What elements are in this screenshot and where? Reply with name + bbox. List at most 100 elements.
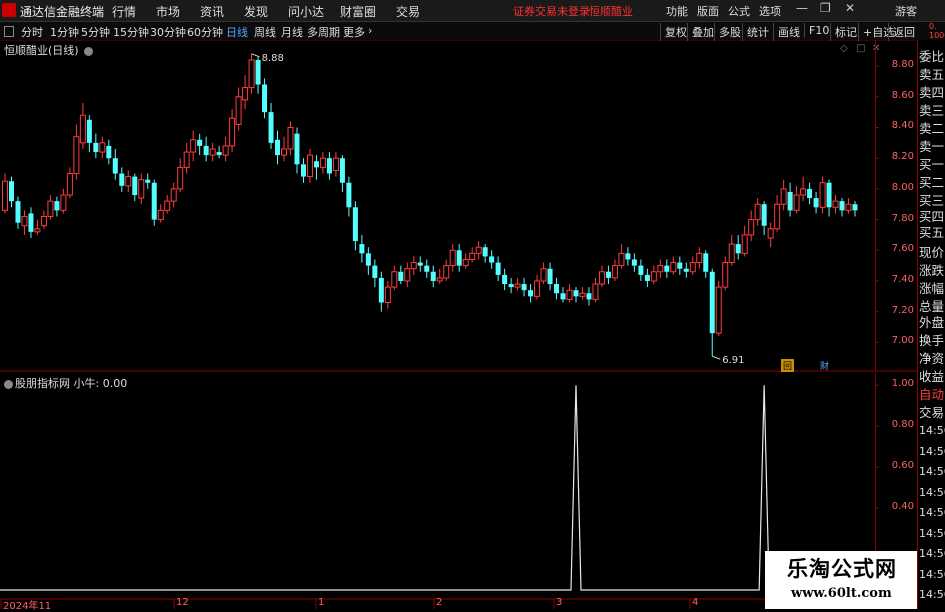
candle xyxy=(332,152,339,177)
candle xyxy=(248,53,255,94)
candle xyxy=(832,195,839,214)
candle-body xyxy=(677,262,683,269)
low-price-label: 6.91 xyxy=(722,355,744,366)
candle-body xyxy=(566,289,573,300)
candle-body xyxy=(332,157,339,171)
candle-body xyxy=(40,216,47,227)
candle-body xyxy=(819,182,826,208)
candle xyxy=(313,155,319,180)
candle xyxy=(404,262,411,288)
candle xyxy=(677,256,683,275)
candle xyxy=(262,78,268,119)
candle xyxy=(430,265,436,288)
candle xyxy=(534,274,541,300)
candle xyxy=(54,196,60,217)
candle-body xyxy=(540,268,547,282)
candle-body xyxy=(229,117,236,147)
candle-body xyxy=(495,262,501,275)
candle xyxy=(560,287,566,303)
candle xyxy=(754,198,761,226)
candle xyxy=(469,247,476,263)
candle xyxy=(586,287,592,306)
candle xyxy=(300,158,306,183)
price-tick-label: 8.80 xyxy=(891,59,914,71)
high-price-label: 8.88 xyxy=(262,53,284,64)
candle xyxy=(735,234,741,260)
candle-body xyxy=(592,283,599,300)
indicator-series-line xyxy=(0,385,875,591)
annotation-pointer xyxy=(251,53,260,58)
indicator-options-icon[interactable] xyxy=(4,379,13,389)
candle xyxy=(611,259,618,281)
candle-body xyxy=(287,126,294,150)
candle-body xyxy=(346,182,352,208)
candle xyxy=(151,179,157,226)
candle xyxy=(229,109,236,153)
candle-body xyxy=(268,112,274,143)
auto-trade-label[interactable]: 自动 xyxy=(919,384,944,403)
candle-body xyxy=(618,252,625,267)
candle xyxy=(774,195,781,232)
candle-body xyxy=(417,262,423,266)
candle xyxy=(761,201,767,235)
candle xyxy=(209,142,216,162)
finance-badge[interactable]: 财 xyxy=(820,359,829,372)
candle xyxy=(715,280,722,337)
indicator-tick-label: 0.60 xyxy=(891,460,914,472)
candle-body xyxy=(852,204,858,211)
candle xyxy=(2,173,8,214)
candle-body xyxy=(372,265,378,278)
trade-label[interactable]: 交易 xyxy=(919,402,944,421)
price-tick-label: 8.40 xyxy=(891,120,914,132)
candle xyxy=(495,256,501,281)
candle xyxy=(170,182,177,208)
candle xyxy=(365,247,371,275)
candle-body xyxy=(222,145,229,156)
candle-body xyxy=(787,191,793,211)
candle-body xyxy=(449,249,456,267)
candle-body xyxy=(683,268,689,272)
candle xyxy=(242,75,249,110)
candle-body xyxy=(735,244,741,254)
candle xyxy=(410,256,417,275)
price-chart[interactable]: 8.88 6.91 xyxy=(0,0,917,609)
indicator-tick-label: 0.40 xyxy=(891,501,914,513)
candle xyxy=(592,277,599,303)
review-badge[interactable]: 回 xyxy=(781,359,795,372)
candle-body xyxy=(378,277,384,303)
candle-body xyxy=(404,268,411,282)
watermark-url: www.60lt.com xyxy=(791,586,892,601)
candle xyxy=(132,173,138,202)
candle xyxy=(689,256,696,275)
candle-body xyxy=(177,166,184,190)
candle xyxy=(489,250,495,269)
candle xyxy=(398,265,404,285)
candle-body xyxy=(748,219,755,236)
candle-body xyxy=(248,59,255,89)
date-tick-label: 4 xyxy=(692,597,699,608)
candle xyxy=(281,136,288,162)
candle-body xyxy=(190,139,197,153)
trade-time: 14:56 xyxy=(919,588,945,601)
trade-time: 14:56 xyxy=(919,526,945,540)
side-top-small-2: 1000 xyxy=(929,31,945,40)
candle-body xyxy=(145,179,151,183)
candle xyxy=(99,136,106,159)
candle-body xyxy=(611,265,618,279)
quote-label: 委比 xyxy=(919,49,945,64)
candle xyxy=(339,155,345,192)
candle xyxy=(138,173,145,205)
candle-body xyxy=(547,268,553,285)
candle-body xyxy=(21,216,28,227)
candle-body xyxy=(754,203,761,221)
candle-body xyxy=(800,188,807,196)
candle-body xyxy=(300,164,306,177)
candle xyxy=(807,182,813,205)
indicator-title[interactable]: 股朋指标网 小牛: 0.00 xyxy=(4,375,127,391)
candle xyxy=(579,287,586,300)
candle-body xyxy=(761,204,767,226)
price-tick-label: 8.00 xyxy=(891,181,914,193)
quote-label: 收益 xyxy=(919,369,945,384)
candle-body xyxy=(657,265,664,273)
candle xyxy=(15,196,21,229)
